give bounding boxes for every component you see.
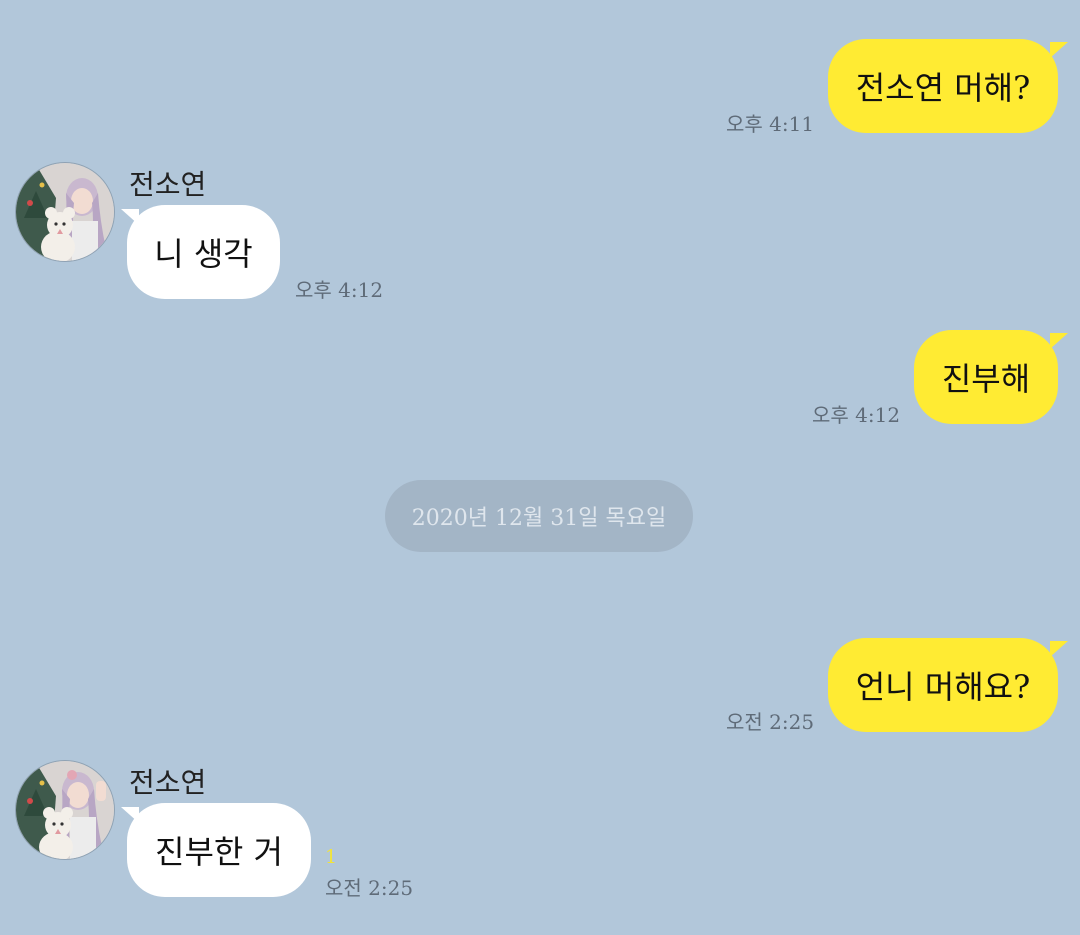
message-text: 언니 머해요? xyxy=(855,668,1031,706)
message-text: 진부한 거 xyxy=(155,833,283,871)
profile-photo xyxy=(16,761,114,859)
profile-photo xyxy=(16,163,114,261)
message-text: 진부해 xyxy=(941,360,1031,398)
sent-bubble[interactable]: 언니 머해요? xyxy=(828,638,1058,732)
message-text: 니 생각 xyxy=(154,235,253,273)
date-separator: 2020년 12월 31일 목요일 xyxy=(385,480,693,552)
message-time: 오전 2:25 xyxy=(726,710,815,734)
profile-avatar[interactable] xyxy=(15,162,115,262)
sent-bubble[interactable]: 진부해 xyxy=(914,330,1058,424)
bubble-tail xyxy=(1050,42,1068,58)
message-time: 오후 4:12 xyxy=(295,278,384,302)
message-time: 오후 4:12 xyxy=(812,403,901,427)
bubble-tail xyxy=(1050,333,1068,349)
message-time: 오전 2:25 xyxy=(325,876,414,900)
chat-room: 전소연 머해? 오후 4:11 전소연 니 생각 오후 4:12 진부해 오후 … xyxy=(0,0,1080,935)
received-bubble[interactable]: 니 생각 xyxy=(127,205,280,299)
bubble-tail xyxy=(1050,641,1068,657)
date-text: 2020년 12월 31일 목요일 xyxy=(411,506,667,531)
sender-name: 전소연 xyxy=(129,168,207,201)
sent-bubble[interactable]: 전소연 머해? xyxy=(828,39,1058,133)
received-bubble[interactable]: 진부한 거 xyxy=(127,803,311,897)
unread-count: 1 xyxy=(325,846,338,868)
sender-name: 전소연 xyxy=(129,766,207,799)
message-text: 전소연 머해? xyxy=(855,69,1031,107)
profile-avatar[interactable] xyxy=(15,760,115,860)
message-time: 오후 4:11 xyxy=(726,112,815,136)
